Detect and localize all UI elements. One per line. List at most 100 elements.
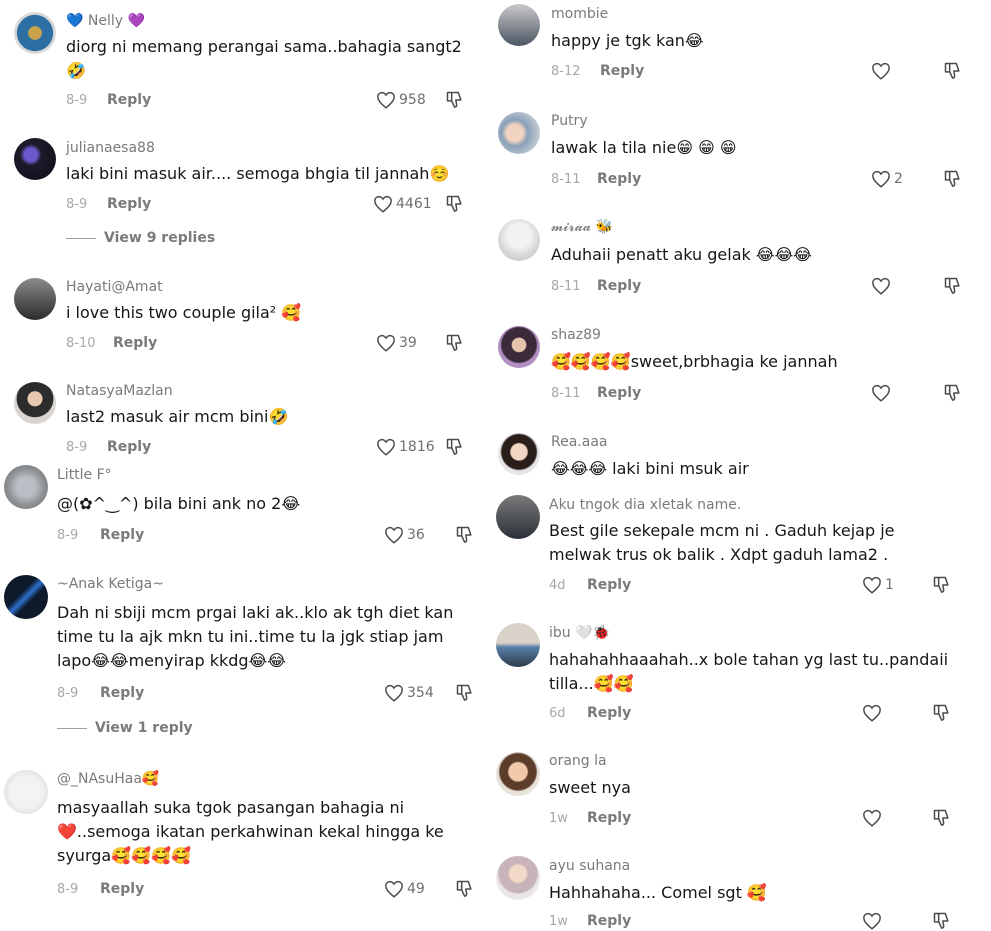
like-button[interactable]: 354 xyxy=(384,684,434,702)
comment-username[interactable]: @_NAsuHaa🥰 xyxy=(57,771,159,787)
comment-username[interactable]: ayu suhana xyxy=(549,858,630,874)
like-count: 958 xyxy=(399,92,426,108)
dislike-button[interactable] xyxy=(932,703,952,723)
like-button[interactable]: 1816 xyxy=(376,438,435,456)
avatar[interactable] xyxy=(498,433,540,475)
view-replies-label: View 1 reply xyxy=(95,720,193,736)
thumb-down-outline-icon xyxy=(944,170,960,187)
thumb-down-outline-icon xyxy=(933,576,949,593)
dislike-button[interactable] xyxy=(943,276,963,296)
heart-outline-icon xyxy=(377,438,395,456)
comment-username[interactable]: shaz89 xyxy=(551,327,601,343)
like-button[interactable]: 958 xyxy=(376,91,426,109)
comment-username[interactable]: Aku tngok dia xletak name. xyxy=(549,497,741,513)
comment-text: diorg ni memang perangai sama..bahagia s… xyxy=(66,37,462,80)
comment-text: Dah ni sbiji mcm prgai laki ak..klo ak t… xyxy=(57,603,454,670)
reply-button[interactable]: Reply xyxy=(587,810,631,826)
dislike-button[interactable] xyxy=(943,169,963,189)
comment-username[interactable]: ~Anak Ketiga~ xyxy=(57,576,164,592)
avatar[interactable] xyxy=(14,278,56,320)
reply-button[interactable]: Reply xyxy=(597,385,641,401)
like-button[interactable]: 4461 xyxy=(373,195,432,213)
comment-username[interactable]: julianaesa88 xyxy=(66,140,155,156)
avatar[interactable] xyxy=(14,382,56,424)
dislike-button[interactable] xyxy=(932,911,952,931)
reply-button[interactable]: Reply xyxy=(587,577,631,593)
avatar[interactable] xyxy=(496,752,540,796)
reply-button[interactable]: Reply xyxy=(107,92,151,108)
avatar[interactable] xyxy=(496,495,540,539)
avatar[interactable] xyxy=(496,856,540,900)
comment-username[interactable]: NatasyaMazlan xyxy=(66,383,173,399)
avatar[interactable] xyxy=(4,770,48,814)
reply-button[interactable]: Reply xyxy=(597,171,641,187)
dislike-button[interactable] xyxy=(943,383,963,403)
comment-username[interactable]: Little F° xyxy=(57,467,112,483)
dislike-button[interactable] xyxy=(932,808,952,828)
dislike-button[interactable] xyxy=(445,437,465,457)
view-replies-button[interactable]: View 9 replies xyxy=(66,230,215,246)
reply-button[interactable]: Reply xyxy=(107,439,151,455)
like-button[interactable] xyxy=(862,912,885,930)
dislike-button[interactable] xyxy=(455,879,475,899)
comment-username[interactable]: Rea.aaa xyxy=(551,434,607,450)
like-count: 1 xyxy=(885,577,894,593)
dislike-button[interactable] xyxy=(943,61,963,81)
comment-date: 8-9 xyxy=(66,197,88,212)
like-button[interactable] xyxy=(862,809,885,827)
reply-button[interactable]: Reply xyxy=(107,196,151,212)
like-button[interactable]: 1 xyxy=(862,576,894,594)
like-count: 1816 xyxy=(399,439,435,455)
comment-date: 8-10 xyxy=(66,336,96,351)
like-button[interactable] xyxy=(871,384,894,402)
comment-username[interactable]: 𝓶𝓲𝓻𝓪𝓪 🐝 xyxy=(551,219,613,235)
avatar[interactable] xyxy=(496,623,540,667)
heart-outline-icon xyxy=(863,809,881,827)
avatar[interactable] xyxy=(498,4,540,46)
comment-username[interactable]: ibu 🤍🐞 xyxy=(549,625,610,641)
thumb-down-outline-icon xyxy=(933,912,949,929)
avatar[interactable] xyxy=(14,138,56,180)
comment-username[interactable]: orang la xyxy=(549,753,607,769)
thumb-down-outline-icon xyxy=(456,684,472,701)
like-button[interactable]: 39 xyxy=(376,334,417,352)
dislike-button[interactable] xyxy=(445,194,465,214)
dislike-button[interactable] xyxy=(455,525,475,545)
like-button[interactable]: 36 xyxy=(384,526,425,544)
avatar[interactable] xyxy=(498,219,540,261)
avatar[interactable] xyxy=(4,465,48,509)
comment-username[interactable]: 💙 Nelly 💜 xyxy=(66,13,145,29)
reply-button[interactable]: Reply xyxy=(113,335,157,351)
reply-button[interactable]: Reply xyxy=(597,278,641,294)
like-count: 49 xyxy=(407,881,425,897)
comment-text: 😂😂😂 laki bini msuk air xyxy=(551,459,749,478)
like-count: 36 xyxy=(407,527,425,543)
reply-button[interactable]: Reply xyxy=(100,685,144,701)
view-replies-button[interactable]: View 1 reply xyxy=(57,720,193,736)
like-button[interactable] xyxy=(871,62,894,80)
reply-button[interactable]: Reply xyxy=(587,705,631,721)
comment-username[interactable]: mombie xyxy=(551,6,608,22)
reply-button[interactable]: Reply xyxy=(587,913,631,929)
dislike-button[interactable] xyxy=(455,683,475,703)
thumb-down-outline-icon xyxy=(933,704,949,721)
reply-button[interactable]: Reply xyxy=(100,527,144,543)
dislike-button[interactable] xyxy=(445,90,465,110)
like-button[interactable]: 49 xyxy=(384,880,425,898)
avatar[interactable] xyxy=(498,112,540,154)
like-count: 354 xyxy=(407,685,434,701)
like-button[interactable] xyxy=(862,704,885,722)
like-button[interactable] xyxy=(871,277,894,295)
avatar[interactable] xyxy=(14,12,56,54)
comment-username[interactable]: Hayati@Amat xyxy=(66,279,163,295)
like-button[interactable]: 2 xyxy=(871,170,903,188)
dislike-button[interactable] xyxy=(445,333,465,353)
dislike-button[interactable] xyxy=(932,575,952,595)
reply-button[interactable]: Reply xyxy=(600,63,644,79)
heart-outline-icon xyxy=(872,277,890,295)
comment-username[interactable]: Putry xyxy=(551,113,588,129)
divider xyxy=(57,727,87,729)
reply-button[interactable]: Reply xyxy=(100,881,144,897)
avatar[interactable] xyxy=(4,575,48,619)
avatar[interactable] xyxy=(498,326,540,368)
